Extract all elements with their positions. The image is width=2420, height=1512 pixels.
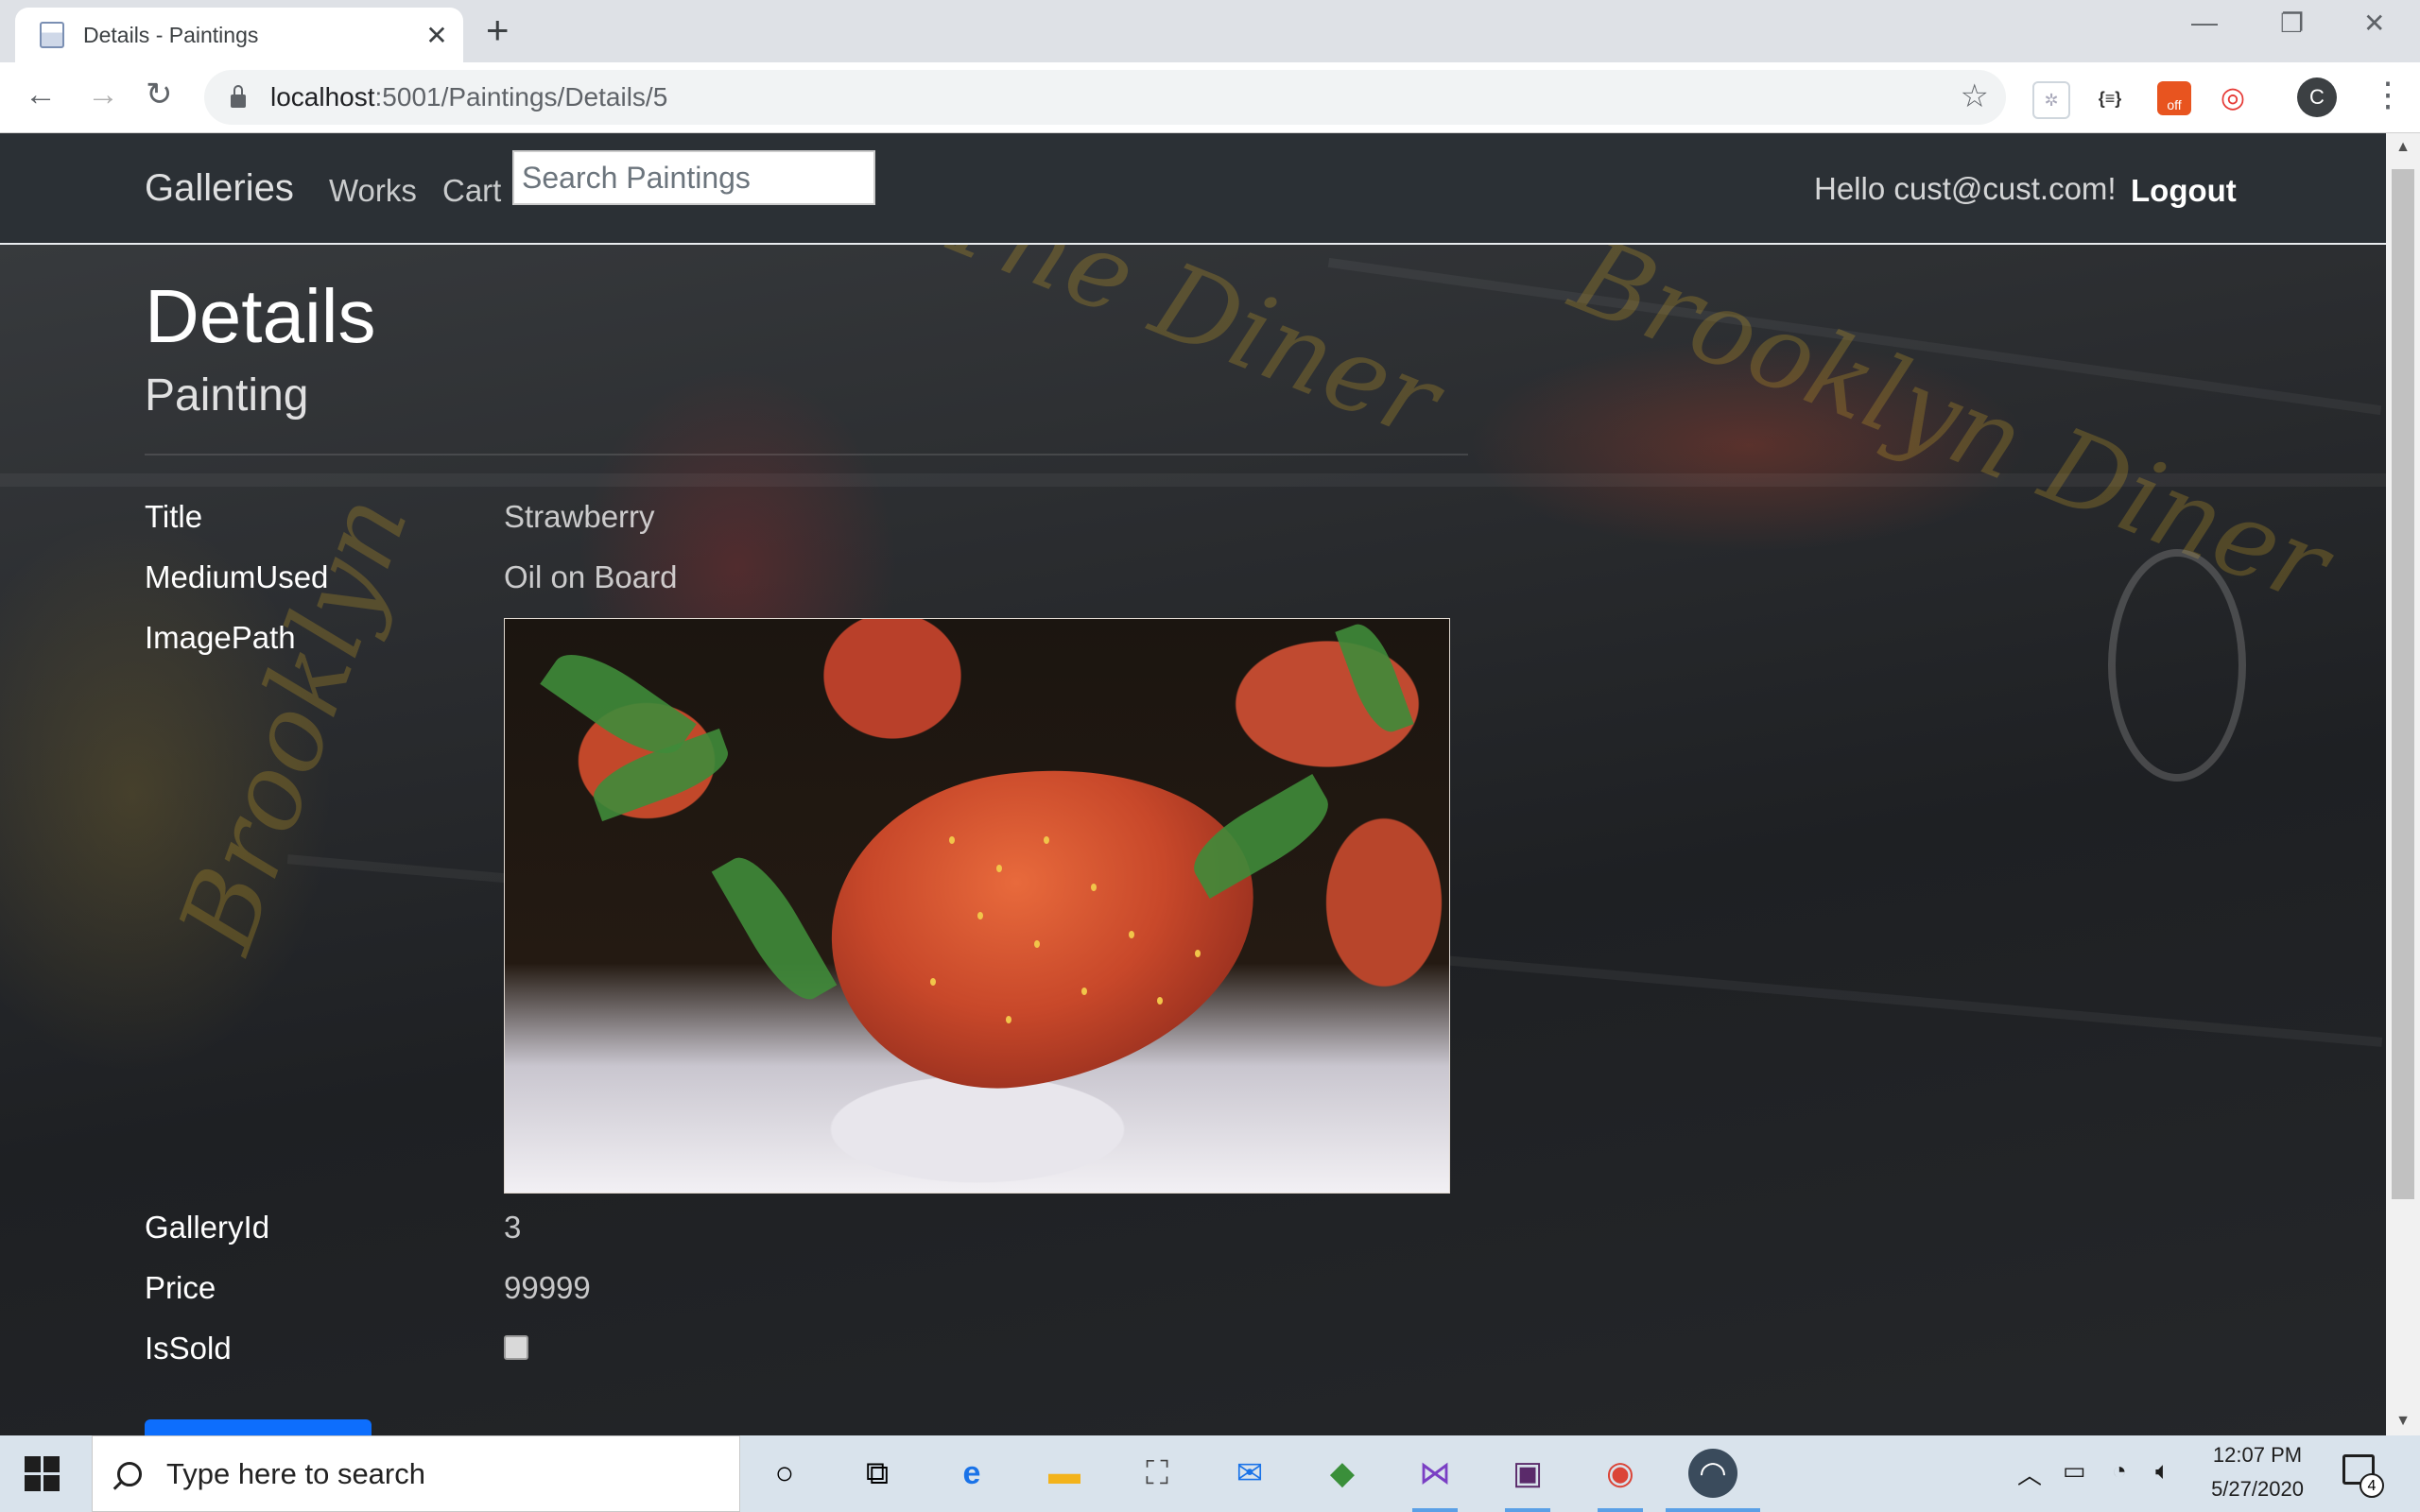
field-label-price: Price: [145, 1270, 216, 1305]
field-label-galleryid: GalleryId: [145, 1210, 270, 1245]
tab-title: Details - Paintings: [83, 22, 259, 47]
chrome-icon[interactable]: ◉: [1596, 1449, 1645, 1498]
profile-avatar[interactable]: C: [2297, 77, 2337, 117]
scroll-down-arrow-icon[interactable]: ▼: [2386, 1407, 2420, 1435]
show-hidden-icons-icon[interactable]: ︿: [2017, 1456, 2042, 1491]
back-arrow-icon[interactable]: ←: [25, 76, 57, 113]
extension-off-icon[interactable]: off: [2157, 81, 2191, 115]
new-tab-button[interactable]: +: [486, 9, 510, 51]
site-navbar: Galleries Works Cart Hello cust@cust.com…: [0, 133, 2386, 245]
scroll-thumb[interactable]: [2392, 169, 2414, 1199]
page-viewport: The Diner Brooklyn Diner Brooklyn Galler…: [0, 133, 2386, 1435]
divider: [145, 454, 1468, 455]
address-bar[interactable]: localhost:5001/Paintings/Details/5 ☆: [204, 70, 2006, 125]
visual-studio-icon[interactable]: ⋈: [1410, 1449, 1460, 1498]
microsoft-store-icon[interactable]: ⛶: [1132, 1449, 1182, 1498]
browser-tab[interactable]: Details - Paintings ✕: [15, 8, 463, 62]
browser-menu-icon[interactable]: ⋮: [2371, 76, 2405, 113]
windows-taskbar: Type here to search ○ ⧉ e ▬ ⛶ ✉ ◆ ⋈ ▣ ◉ …: [0, 1435, 2420, 1512]
windows-start-icon[interactable]: [25, 1456, 60, 1492]
browser-tab-strip: Details - Paintings ✕ + — ❐ ✕: [0, 0, 2420, 62]
terminal-icon[interactable]: ▣: [1503, 1449, 1552, 1498]
painting-image: [504, 618, 1450, 1194]
page-scrollbar[interactable]: ▲ ▼: [2386, 133, 2420, 1435]
field-label-issold: IsSold: [145, 1331, 232, 1366]
field-value-title: Strawberry: [504, 499, 655, 534]
spiral-extension-icon[interactable]: ◎: [2216, 81, 2250, 115]
page-favicon-icon: [40, 22, 64, 48]
field-label-title: Title: [145, 499, 203, 534]
forward-arrow-icon[interactable]: →: [87, 76, 119, 113]
nav-link-cart[interactable]: Cart: [442, 173, 501, 209]
field-label-imagepath: ImagePath: [145, 620, 296, 655]
mail-icon[interactable]: ✉: [1225, 1449, 1274, 1498]
browser-toolbar: ← → ↻ localhost:5001/Paintings/Details/5…: [0, 62, 2420, 133]
wall-clock-image: [2108, 549, 2246, 782]
taskbar-search-box[interactable]: Type here to search: [92, 1435, 740, 1512]
edit-button[interactable]: [145, 1419, 372, 1435]
git-client-icon[interactable]: ◆: [1318, 1449, 1367, 1498]
search-input[interactable]: [512, 150, 875, 205]
scroll-up-arrow-icon[interactable]: ▲: [2386, 133, 2420, 162]
json-extension-icon[interactable]: {≡}: [2093, 81, 2127, 115]
close-window-icon[interactable]: ✕: [2363, 8, 2385, 39]
extension-puzzle-icon[interactable]: ✲: [2032, 81, 2070, 119]
taskbar-search-placeholder: Type here to search: [166, 1456, 425, 1490]
field-value-medium: Oil on Board: [504, 559, 678, 594]
taskbar-date[interactable]: 5/27/2020: [2201, 1477, 2314, 1502]
minimize-window-icon[interactable]: —: [2191, 8, 2218, 38]
cortana-icon[interactable]: ○: [760, 1449, 809, 1498]
bookmark-star-icon[interactable]: ☆: [1961, 77, 1989, 115]
remote-app-icon[interactable]: ◠: [1688, 1449, 1737, 1498]
file-explorer-icon[interactable]: ▬: [1040, 1449, 1089, 1498]
task-view-icon[interactable]: ⧉: [853, 1449, 902, 1498]
taskbar-time[interactable]: 12:07 PM: [2201, 1443, 2314, 1468]
search-icon: [117, 1461, 142, 1486]
page-subtitle: Painting: [145, 370, 309, 421]
battery-icon[interactable]: ▭: [2063, 1456, 2086, 1486]
restore-window-icon[interactable]: ❐: [2280, 8, 2304, 39]
close-tab-icon[interactable]: ✕: [418, 20, 456, 51]
url-text: localhost:5001/Paintings/Details/5: [270, 82, 668, 112]
user-greeting[interactable]: Hello cust@cust.com!: [1814, 171, 2117, 207]
page-title: Details: [145, 274, 376, 358]
field-label-medium: MediumUsed: [145, 559, 329, 594]
nav-link-works[interactable]: Works: [329, 173, 417, 209]
logout-button[interactable]: Logout: [2131, 173, 2237, 209]
wifi-icon[interactable]: ◔: [2112, 1456, 2127, 1486]
details-header: Details Painting: [145, 273, 1846, 455]
field-value-price: 99999: [504, 1270, 591, 1305]
reload-icon[interactable]: ↻: [146, 76, 173, 113]
volume-icon[interactable]: 🔈︎: [2155, 1456, 2170, 1486]
brand-link[interactable]: Galleries: [145, 167, 294, 210]
edge-browser-icon[interactable]: e: [947, 1449, 996, 1498]
is-sold-checkbox[interactable]: [504, 1335, 528, 1360]
field-value-galleryid: 3: [504, 1210, 522, 1245]
strawberry-shape: [811, 742, 1276, 1110]
lock-icon: [231, 85, 246, 108]
notification-count-badge: 4: [2360, 1473, 2384, 1498]
